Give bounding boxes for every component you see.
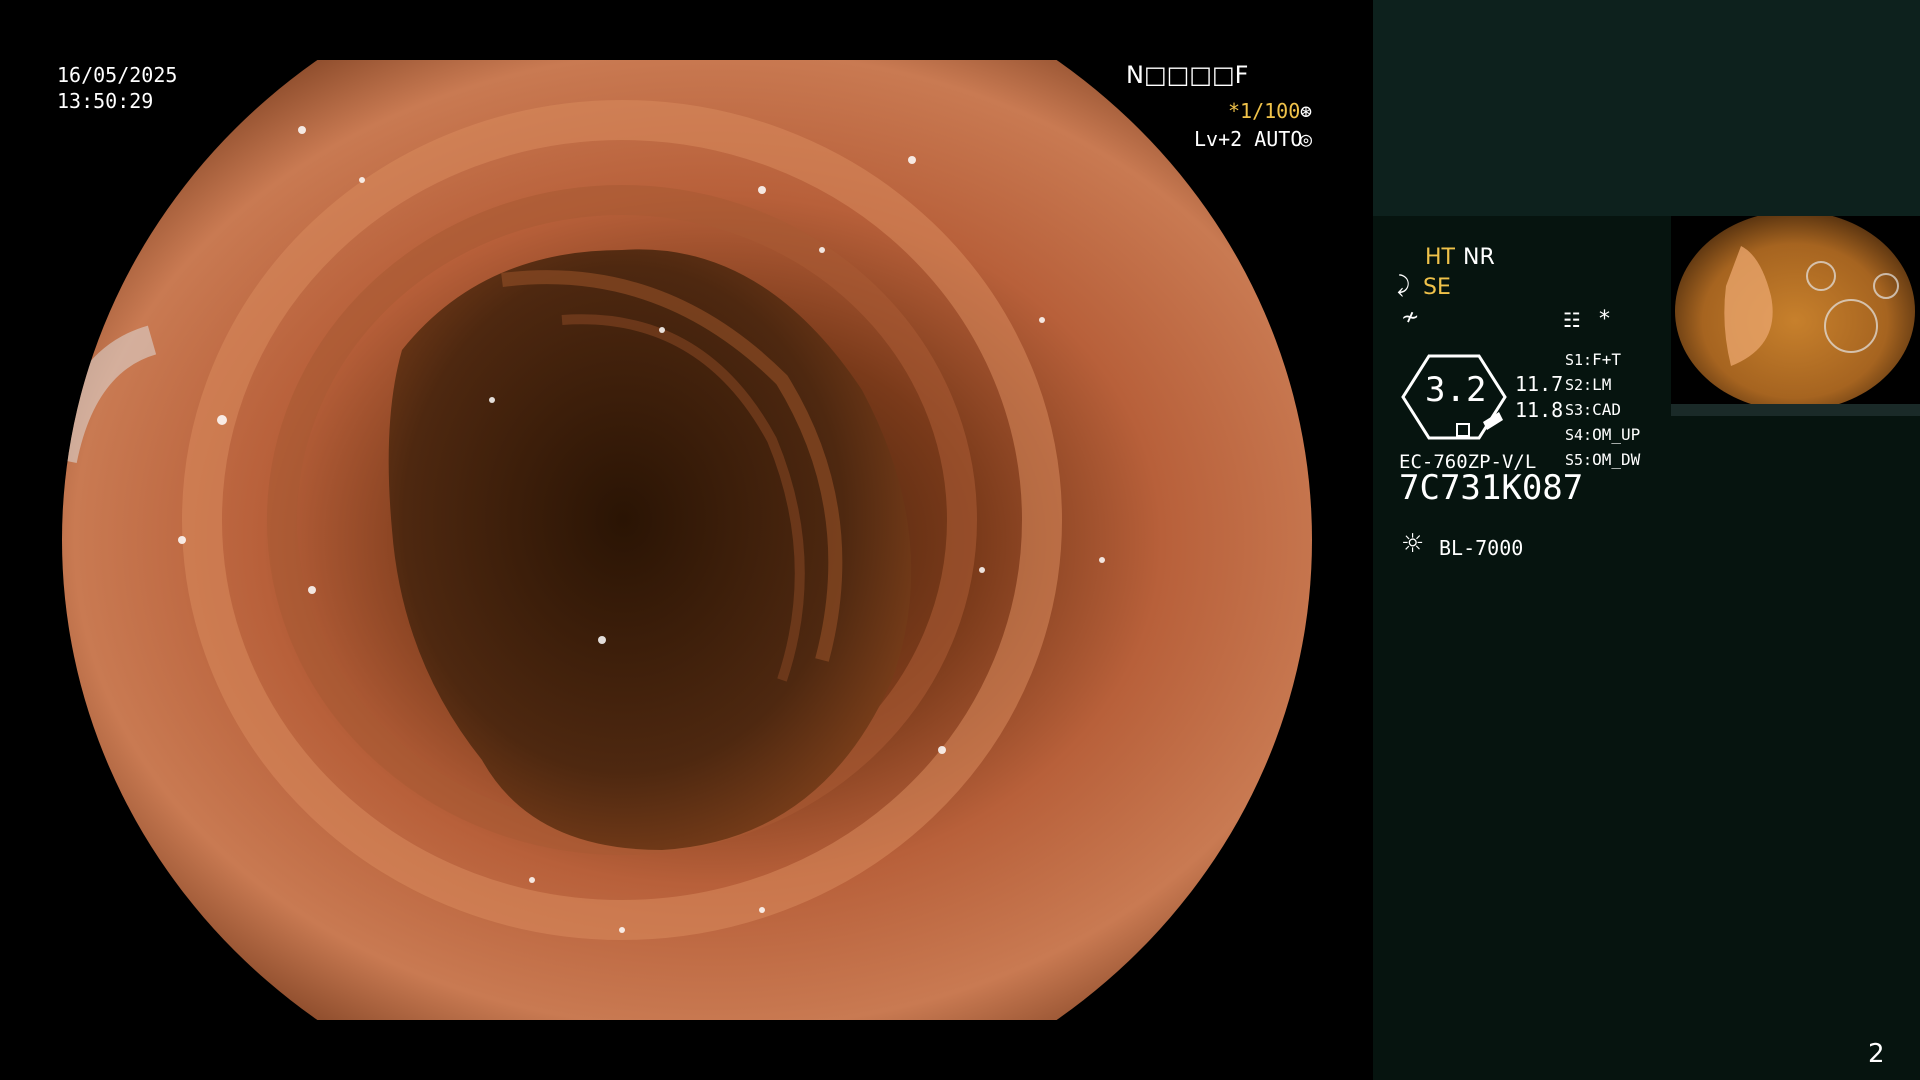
slot-value: F+T [1592, 350, 1621, 369]
measurement-2: 11.8 [1515, 398, 1564, 422]
slot-key: S5: [1565, 451, 1593, 469]
shutter-speed: *1/100 [1228, 99, 1301, 123]
slot-key: S2: [1565, 376, 1593, 394]
page-number: 2 [1868, 1039, 1885, 1069]
slot-key: S1: [1565, 351, 1593, 369]
slot-key: S3: [1565, 401, 1593, 419]
panel-header-area [1373, 0, 1920, 216]
thumbnail-info-bar [1671, 404, 1920, 416]
scope-serial: 7C731K087 [1399, 468, 1584, 508]
structure-enhance-icon: ⤸ [1397, 273, 1411, 298]
function-icon: ≁ [1401, 305, 1420, 330]
se-indicator: SE [1423, 275, 1451, 300]
slot-s3: S3:CAD [1565, 398, 1621, 422]
date-display: 16/05/2025 [57, 63, 178, 87]
slot-key: S4: [1565, 426, 1593, 444]
measurement-1: 11.7 [1515, 372, 1564, 396]
nr-indicator: NR [1463, 245, 1495, 270]
slot-s4: S4:OM_UP [1565, 423, 1640, 447]
auto-iris-icon: ◎ [1300, 127, 1313, 151]
slot-value: LM [1592, 375, 1612, 394]
endoscope-main-view: 16/05/2025 13:50:29 N□□□□F *1/100 ⊛ Lv+2… [0, 0, 1373, 1080]
shutter-icon: ⊛ [1300, 99, 1313, 123]
light-source-icon: ☼ [1401, 529, 1425, 559]
slot-value: OM_DW [1592, 450, 1641, 469]
time-display: 13:50:29 [57, 89, 154, 113]
exposure-level: Lv+2 AUTO [1194, 127, 1303, 151]
slot-value: OM_UP [1592, 425, 1641, 444]
endoscopic-image [62, 60, 1312, 1020]
gauge-value: 3.2 [1425, 370, 1487, 410]
light-source: BL-7000 [1439, 536, 1524, 560]
captured-thumbnail[interactable] [1671, 216, 1920, 416]
mode-code: N□□□□F [1126, 61, 1249, 89]
info-panel: HT NR ⤸ SE ≁ ☷ * 3.2 11.7 11.8 S1:F+T S2… [1373, 0, 1920, 1080]
slot-value: CAD [1592, 400, 1621, 419]
ht-indicator: HT [1425, 245, 1455, 270]
settings-icon: ☷ [1563, 308, 1581, 332]
slot-s2: S2:LM [1565, 373, 1611, 397]
slot-s1: S1:F+T [1565, 348, 1621, 372]
star-indicator: * [1599, 307, 1610, 332]
